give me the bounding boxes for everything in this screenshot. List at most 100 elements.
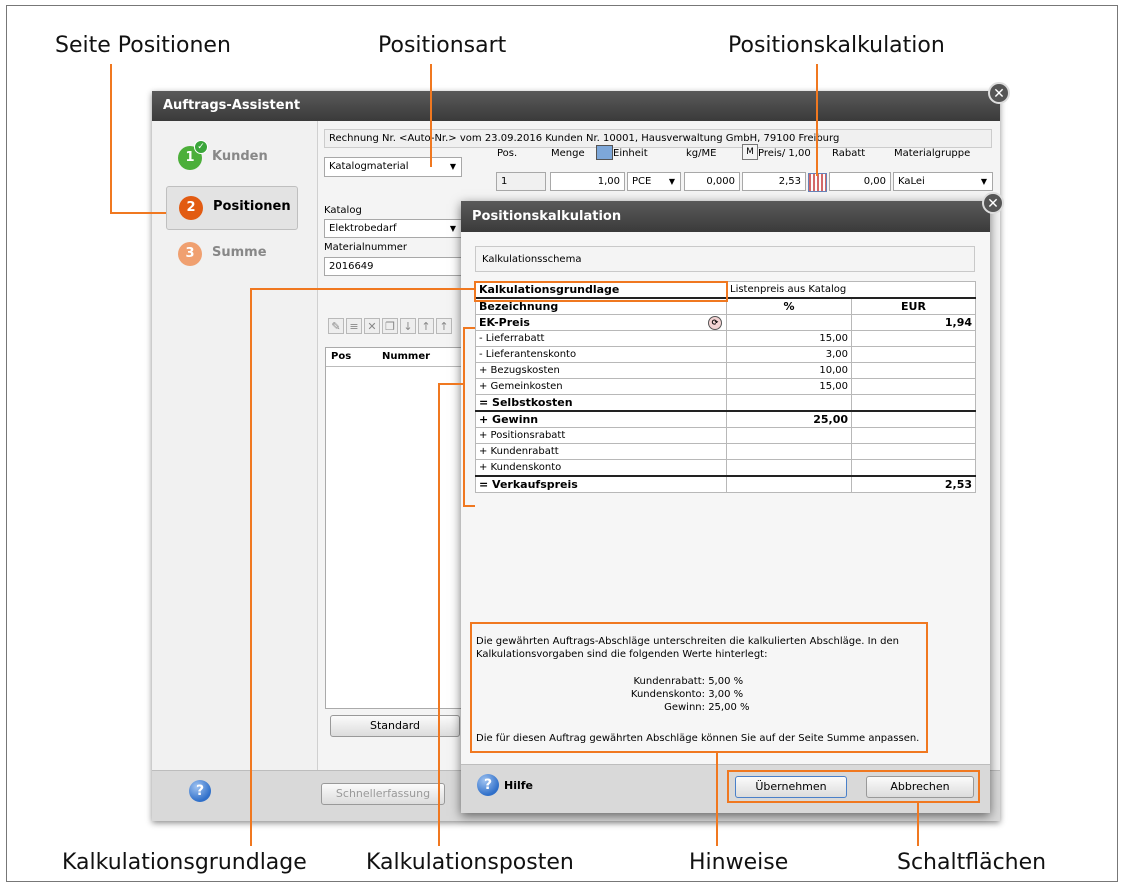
hint-value: 25,00 %	[708, 702, 750, 713]
m-toggle[interactable]: M	[742, 144, 758, 160]
toolbar-delete-icon[interactable]: ✕	[364, 318, 380, 334]
callout-line-positionskalkulation	[816, 64, 818, 176]
row-percent[interactable]: 3,00	[726, 346, 852, 363]
row-percent[interactable]: 25,00	[726, 410, 852, 428]
kalkulation-table: Kalkulationsgrundlage Listenpreis aus Ka…	[475, 281, 976, 493]
callout-line-posten	[438, 383, 440, 846]
rabatt-label: Rabatt	[832, 148, 866, 159]
step-label: Summe	[212, 245, 267, 260]
row-eur[interactable]	[851, 330, 976, 347]
uebernehmen-button[interactable]: Übernehmen	[735, 776, 847, 798]
row-percent[interactable]	[726, 427, 852, 444]
callout-positionsart: Positionsart	[378, 33, 507, 58]
row-label: = Verkaufspreis	[475, 475, 727, 493]
standard-button[interactable]: Standard	[330, 715, 460, 737]
row-eur[interactable]: 2,53	[851, 475, 976, 493]
kgme-input[interactable]: 0,000	[684, 172, 740, 191]
callout-line-schaltflaechen	[917, 803, 919, 846]
col-percent: %	[726, 297, 852, 315]
callout-kalkulationsgrundlage: Kalkulationsgrundlage	[62, 850, 307, 875]
hint-label: Kundenrabatt:	[633, 676, 706, 687]
row-label: - Lieferrabatt	[475, 330, 727, 347]
step-number: 3	[178, 242, 202, 266]
callout-line-hinweise	[716, 753, 718, 846]
materialgruppe-select[interactable]: KaLei	[893, 172, 993, 191]
row-eur[interactable]	[851, 378, 976, 395]
row-percent[interactable]	[726, 443, 852, 460]
refresh-icon[interactable]: ⟳	[708, 316, 722, 330]
menge-input[interactable]: 1,00	[550, 172, 625, 191]
row-percent	[726, 394, 852, 412]
window-title: Auftrags-Assistent	[152, 91, 1000, 121]
katalog-select[interactable]: Elektrobedarf	[324, 219, 462, 238]
dialog-close-icon[interactable]: ✕	[982, 192, 1004, 214]
hilfe-label[interactable]: Hilfe	[504, 779, 533, 792]
rabatt-input[interactable]: 0,00	[829, 172, 891, 191]
row-eur[interactable]	[851, 362, 976, 379]
calculator-icon[interactable]	[596, 145, 613, 160]
row-label: + Gewinn	[475, 410, 727, 428]
row-percent[interactable]	[726, 314, 852, 331]
hilfe-icon[interactable]: ?	[477, 774, 499, 796]
ek-preis-label: EK-Preis	[479, 316, 530, 329]
row-eur[interactable]	[851, 459, 976, 477]
kgme-label: kg/ME	[686, 148, 717, 159]
step-summe[interactable]: 3 Summe	[166, 233, 296, 275]
row-eur[interactable]	[851, 346, 976, 363]
help-icon[interactable]: ?	[189, 780, 211, 802]
row-eur[interactable]	[851, 410, 976, 428]
toolbar-edit-icon[interactable]: ✎	[328, 318, 344, 334]
close-icon[interactable]: ✕	[988, 82, 1010, 104]
hint-value: 3,00 %	[708, 689, 744, 700]
schnellerfassung-button[interactable]: Schnellerfassung	[321, 783, 445, 805]
col-eur: EUR	[851, 297, 976, 315]
row-label: = Selbstkosten	[475, 394, 727, 412]
pos-field: 1	[496, 172, 546, 191]
list-header-pos: Pos	[331, 351, 352, 362]
row-percent[interactable]: 15,00	[726, 330, 852, 347]
row-label: + Bezugskosten	[475, 362, 727, 379]
hint-value: 5,00 %	[708, 676, 744, 687]
row-percent[interactable]	[726, 459, 852, 477]
menge-label: Menge	[551, 148, 585, 159]
materialnummer-input[interactable]: 2016649	[324, 257, 462, 276]
callout-schaltflaechen: Schaltflächen	[897, 850, 1047, 875]
row-eur[interactable]	[851, 443, 976, 460]
toolbar-move-icon[interactable]: ↑	[436, 318, 452, 334]
row-label: EK-Preis ⟳	[475, 314, 727, 331]
hint-values: Kundenrabatt: 5,00 % Kundenskonto: 3,00 …	[620, 675, 922, 714]
toolbar-copy-icon[interactable]: ❐	[382, 318, 398, 334]
einheit-label: Einheit	[613, 148, 648, 159]
callout-line-grundlage	[250, 288, 252, 846]
step-positionen[interactable]: 2 Positionen	[166, 186, 298, 230]
hint-label: Gewinn:	[664, 702, 705, 713]
row-percent[interactable]: 15,00	[726, 378, 852, 395]
list-header: Pos Nummer	[326, 348, 464, 367]
row-label: + Positionsrabatt	[475, 427, 727, 444]
callout-hinweise: Hinweise	[689, 850, 789, 875]
toolbar-list-icon[interactable]: ≡	[346, 318, 362, 334]
positionsart-select[interactable]: Katalogmaterial	[324, 157, 462, 177]
preis-input[interactable]: 2,53	[742, 172, 806, 191]
row-eur[interactable]	[851, 427, 976, 444]
positions-list[interactable]: Pos Nummer	[325, 347, 465, 709]
grundlage-highlight	[474, 281, 728, 302]
hint-row: Gewinn: 25,00 %	[620, 701, 922, 714]
callout-positionskalkulation: Positionskalkulation	[728, 33, 945, 58]
toolbar-up-icon[interactable]: ↑	[418, 318, 434, 334]
row-eur[interactable]: 1,94	[851, 314, 976, 331]
checkmark-icon: ✓	[194, 140, 208, 154]
row-percent[interactable]: 10,00	[726, 362, 852, 379]
hint-text-2: Die für diesen Auftrag gewährten Abschlä…	[476, 733, 920, 744]
row-label: - Lieferantenskonto	[475, 346, 727, 363]
row-label: + Kundenskonto	[475, 459, 727, 477]
toolbar-down-icon[interactable]: ↓	[400, 318, 416, 334]
katalog-label: Katalog	[324, 205, 362, 216]
einheit-select[interactable]: PCE	[627, 172, 681, 191]
schema-label: Kalkulationsschema	[475, 246, 975, 272]
callout-line-seite	[110, 64, 112, 214]
order-header-info: Rechnung Nr. <Auto-Nr.> vom 23.09.2016 K…	[324, 129, 992, 148]
step-kunden[interactable]: 1 ✓ Kunden	[166, 137, 296, 179]
abbrechen-button[interactable]: Abbrechen	[866, 776, 974, 798]
posten-bracket	[463, 327, 475, 507]
